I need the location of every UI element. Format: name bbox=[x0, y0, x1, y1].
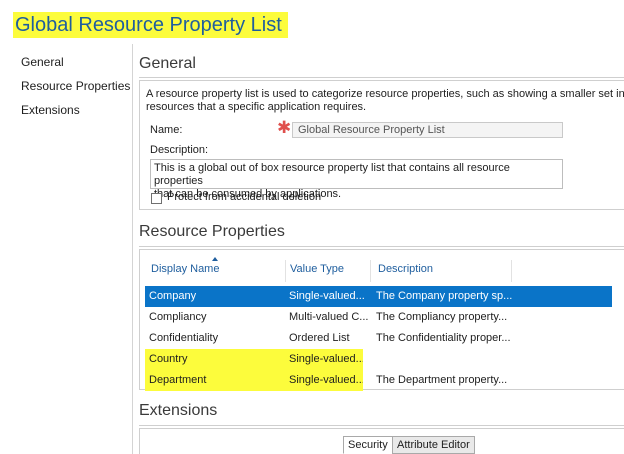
resource-properties-divider bbox=[139, 246, 624, 247]
cell-display-name: Compliancy bbox=[149, 311, 207, 323]
resource-properties-heading: Resource Properties bbox=[139, 223, 285, 240]
column-header-description[interactable]: Description bbox=[378, 259, 433, 283]
description-label: Description: bbox=[150, 144, 209, 156]
table-row[interactable]: Confidentiality Ordered List The Confide… bbox=[145, 328, 612, 349]
tab-attribute-editor[interactable]: Attribute Editor bbox=[392, 436, 475, 454]
cell-display-name: Company bbox=[149, 290, 197, 302]
name-label: Name: bbox=[150, 124, 183, 136]
page-title: Global Resource Property List bbox=[13, 12, 288, 38]
cell-description: The Compliancy property... bbox=[376, 311, 508, 323]
protect-checkbox[interactable] bbox=[151, 193, 162, 204]
table-row[interactable]: Department Single-valued... The Departme… bbox=[145, 370, 612, 391]
table-row[interactable]: Country Single-valued... bbox=[145, 349, 612, 370]
table-row[interactable]: Compliancy Multi-valued C... The Complia… bbox=[145, 307, 612, 328]
extension-tabs: Security Attribute Editor bbox=[0, 436, 624, 454]
nav-item-resource-properties[interactable]: Resource Properties bbox=[21, 79, 130, 93]
extensions-heading: Extensions bbox=[139, 402, 218, 419]
column-separator[interactable] bbox=[511, 260, 512, 282]
cell-value-type: Single-valued... bbox=[284, 370, 363, 391]
general-heading: General bbox=[139, 55, 196, 72]
cell-value-type: Ordered List bbox=[289, 332, 350, 344]
cell-description: The Company property sp... bbox=[376, 290, 513, 302]
cell-display-name: Country bbox=[145, 349, 284, 370]
cell-display-name: Department bbox=[145, 370, 284, 391]
title-bar: Global Resource Property List bbox=[0, 0, 624, 44]
cell-description: The Department property... bbox=[376, 374, 508, 386]
protect-label: Protect from accidental deletion bbox=[167, 191, 322, 203]
general-description: A resource property list is used to cate… bbox=[146, 88, 624, 113]
cell-value-type: Single-valued... bbox=[289, 290, 365, 302]
name-input[interactable] bbox=[292, 122, 563, 138]
column-header-value-type[interactable]: Value Type bbox=[290, 259, 344, 283]
table-row[interactable]: Company Single-valued... The Company pro… bbox=[145, 286, 612, 307]
general-divider bbox=[139, 77, 624, 78]
cell-value-type: Single-valued... bbox=[284, 349, 363, 370]
tab-security[interactable]: Security bbox=[343, 436, 393, 454]
left-nav: General Resource Properties Extensions bbox=[0, 44, 133, 454]
extensions-divider bbox=[139, 425, 624, 426]
cell-description: The Confidentiality proper... bbox=[376, 332, 511, 344]
column-separator[interactable] bbox=[370, 260, 371, 282]
required-star-icon: ✱ bbox=[277, 118, 292, 137]
column-separator[interactable] bbox=[285, 260, 286, 282]
column-header-display-name[interactable]: Display Name bbox=[151, 259, 219, 283]
nav-item-extensions[interactable]: Extensions bbox=[21, 103, 80, 117]
cell-value-type: Multi-valued C... bbox=[289, 311, 369, 323]
cell-display-name: Confidentiality bbox=[149, 332, 219, 344]
nav-item-general[interactable]: General bbox=[21, 55, 64, 69]
description-field[interactable]: This is a global out of box resource pro… bbox=[150, 159, 563, 200]
